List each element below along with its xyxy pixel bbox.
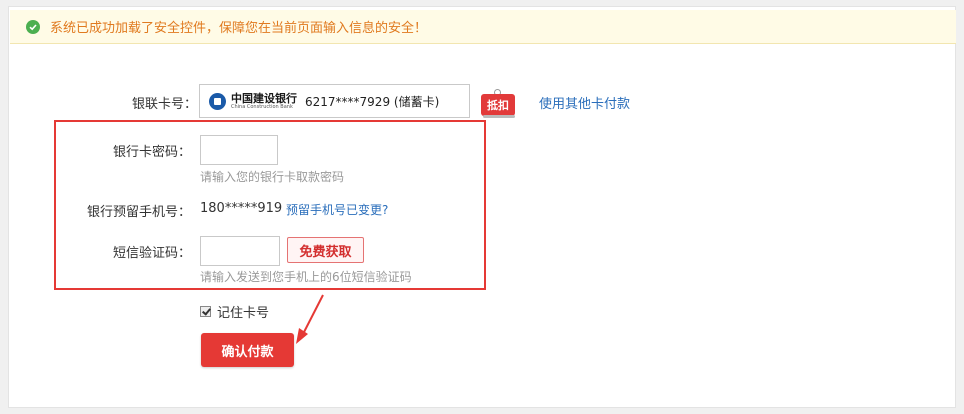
remember-card[interactable]: 记住卡号: [200, 302, 269, 321]
sms-code-input[interactable]: [200, 236, 280, 266]
bank-name-en: China Construction Bank: [231, 103, 293, 110]
card-number: 6217****7929 (储蓄卡): [305, 94, 440, 109]
card-number-label: 银联卡号：: [131, 97, 197, 112]
remember-label: 记住卡号: [217, 306, 270, 321]
password-input[interactable]: [200, 135, 278, 165]
phone-value: 180*****919: [200, 201, 283, 216]
confirm-payment-button[interactable]: 确认付款: [201, 333, 294, 367]
bank-name: 中国建设银行 China Construction Bank: [231, 93, 297, 110]
get-sms-code-button[interactable]: 免费获取: [287, 237, 364, 263]
coupon-label: 抵扣: [481, 94, 515, 116]
sms-label: 短信验证码：: [112, 246, 191, 261]
pointer-arrow-icon: [296, 294, 324, 344]
bank-name-cn: 中国建设银行: [231, 91, 297, 105]
check-circle-icon: [26, 19, 40, 34]
notice-text: 系统已成功加载了安全控件，保障您在当前页面输入信息的安全！: [50, 21, 428, 36]
coupon-tag[interactable]: 抵扣: [481, 89, 515, 119]
password-label: 银行卡密码：: [112, 145, 191, 160]
phone-label: 银行预留手机号：: [86, 205, 191, 220]
phone-changed-link[interactable]: 预留手机号已变更?: [286, 201, 388, 218]
sms-hint: 请输入发送到您手机上的6位短信验证码: [200, 270, 412, 284]
selected-card[interactable]: 中国建设银行 China Construction Bank 6217****7…: [199, 84, 470, 118]
use-other-card-link[interactable]: 使用其他卡付款: [539, 93, 630, 112]
ccb-logo-icon: [209, 92, 226, 110]
password-hint: 请输入您的银行卡取款密码: [200, 170, 345, 184]
remember-checkbox[interactable]: [200, 306, 211, 317]
tag-shadow: [483, 115, 515, 118]
security-notice: 系统已成功加载了安全控件，保障您在当前页面输入信息的安全！: [10, 10, 956, 44]
